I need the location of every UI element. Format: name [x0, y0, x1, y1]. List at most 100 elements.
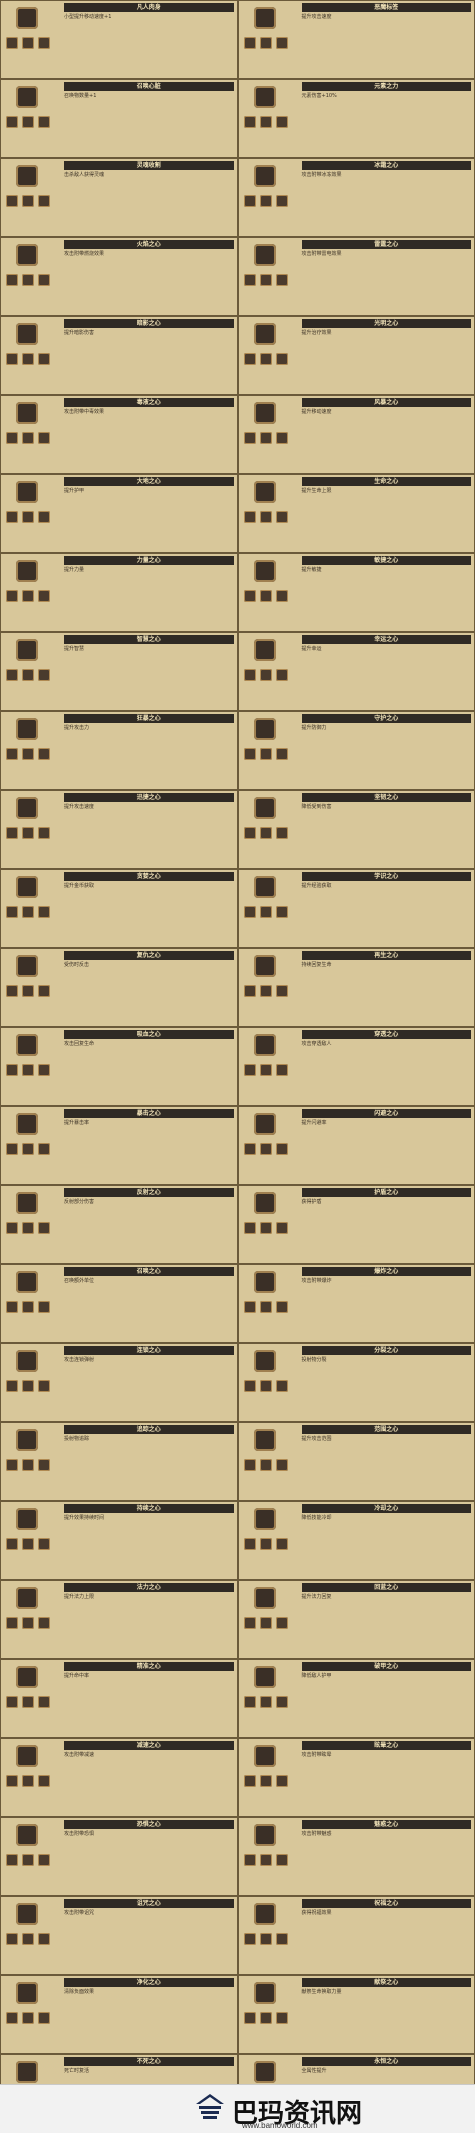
item-description: 提升移动速度 — [301, 409, 332, 415]
item-title: 护盾之心 — [301, 1188, 471, 1197]
item-component-icon — [6, 1617, 18, 1629]
item-title: 冰霜之心 — [301, 161, 471, 170]
item-component-icon — [38, 195, 50, 207]
item-component-icon — [275, 1538, 288, 1550]
item-component-icon — [22, 1696, 34, 1708]
item-title: 凡人肉身 — [64, 3, 234, 12]
item-icons — [242, 1583, 298, 1657]
item-component-icon — [6, 37, 18, 49]
item-component-icon — [6, 195, 18, 207]
item-component-icon — [243, 1143, 256, 1155]
item-icons — [4, 319, 60, 393]
item-title: 回蓝之心 — [301, 1583, 471, 1592]
item-component-icon — [275, 669, 288, 681]
item-main-icon — [16, 402, 38, 424]
item-icons — [242, 1899, 298, 1973]
item-component-icon — [259, 1301, 272, 1313]
item-component-icon — [275, 1617, 288, 1629]
item-component-icon — [275, 432, 288, 444]
item-description: 攻击附带诅咒 — [64, 1910, 95, 1916]
item-description: 提升命中率 — [64, 1673, 90, 1679]
item-icons — [4, 240, 60, 314]
item-component-icon — [243, 195, 256, 207]
item-component-icon — [38, 590, 50, 602]
item-icons — [4, 1188, 60, 1262]
item-component-icon — [6, 1538, 18, 1550]
item-description: 攻击附带魅惑 — [301, 1831, 332, 1837]
item-icons — [4, 1109, 60, 1183]
item-component-icon — [22, 1538, 34, 1550]
item-title: 迅捷之心 — [64, 793, 234, 802]
item-title: 力量之心 — [64, 556, 234, 565]
item-component-icon — [6, 748, 18, 760]
item-card: 魅惑之心攻击附带魅惑 — [237, 1817, 475, 1896]
item-title: 净化之心 — [64, 1978, 234, 1987]
item-description: 持续回复生命 — [301, 962, 332, 968]
item-main-icon — [16, 1350, 38, 1372]
item-title: 范围之心 — [301, 1425, 471, 1434]
item-main-icon — [253, 1903, 276, 1925]
item-component-icon — [243, 1775, 256, 1787]
item-component-icon — [259, 1380, 272, 1392]
item-main-icon — [253, 1824, 276, 1846]
item-icons — [242, 1267, 298, 1341]
item-card: 光明之心 提升治疗效果 — [237, 316, 475, 395]
item-icons — [4, 635, 60, 709]
item-description: 投射物追踪 — [64, 1436, 90, 1442]
item-title: 减速之心 — [64, 1741, 234, 1750]
item-grid: 凡人肉身 小型提升移动速度+1 恶魔标签 提升攻击速度 召唤心脏 召唤物数量+1 元素之力元… — [0, 0, 475, 2133]
item-component-icon — [259, 1933, 272, 1945]
item-main-icon — [253, 639, 276, 661]
item-title: 再生之心 — [301, 951, 471, 960]
item-component-icon — [22, 432, 34, 444]
item-main-icon — [16, 560, 38, 582]
item-main-icon — [16, 2061, 38, 2083]
item-description: 提升金币获取 — [64, 883, 95, 889]
item-component-icon — [259, 1617, 272, 1629]
item-card: 眩晕之心 攻击附带眩晕 — [237, 1738, 475, 1817]
item-icons — [4, 1346, 60, 1420]
item-main-icon — [253, 86, 276, 108]
item-title: 穿透之心 — [301, 1030, 471, 1039]
item-icons — [242, 1425, 298, 1499]
item-component-icon — [6, 1143, 18, 1155]
item-description: 攻击附带爆炸 — [301, 1278, 332, 1284]
item-component-icon — [275, 827, 288, 839]
item-card: 力量之心 提升力量 — [0, 553, 238, 632]
item-component-icon — [275, 274, 288, 286]
item-main-icon — [16, 797, 38, 819]
item-description: 提升法力上限 — [64, 1594, 95, 1600]
item-description: 攻击穿透敌人 — [301, 1041, 332, 1047]
item-card: 凡人肉身 小型提升移动速度+1 — [0, 0, 238, 79]
item-icons — [242, 1741, 298, 1815]
item-description: 提升护甲 — [64, 488, 85, 494]
item-component-icon — [243, 906, 256, 918]
item-component-icon — [243, 116, 256, 128]
item-card: 爆炸之心 攻击附带爆炸 — [237, 1264, 475, 1343]
item-title: 魅惑之心 — [301, 1820, 471, 1829]
item-component-icon — [275, 116, 288, 128]
item-component-icon — [38, 669, 50, 681]
item-icons — [4, 1267, 60, 1341]
item-card: 破甲之心 降低敌人护甲 — [237, 1659, 475, 1738]
item-card: 范围之心提升攻击范围 — [237, 1422, 475, 1501]
item-component-icon — [22, 1064, 34, 1076]
item-icons — [242, 398, 298, 472]
item-icons — [242, 82, 298, 156]
item-description: 提升攻击范围 — [301, 1436, 332, 1442]
item-component-icon — [275, 1459, 288, 1471]
item-main-icon — [16, 86, 38, 108]
item-component-icon — [243, 590, 256, 602]
item-icons — [242, 951, 298, 1025]
item-title: 精准之心 — [64, 1662, 234, 1671]
item-component-icon — [275, 1301, 288, 1313]
item-component-icon — [6, 906, 18, 918]
item-title: 闪避之心 — [301, 1109, 471, 1118]
item-component-icon — [6, 1459, 18, 1471]
item-component-icon — [22, 1380, 34, 1392]
item-title: 恶魔标签 — [301, 3, 471, 12]
item-main-icon — [253, 7, 276, 29]
item-main-icon — [16, 1271, 38, 1293]
item-component-icon — [243, 827, 256, 839]
item-component-icon — [275, 1854, 288, 1866]
